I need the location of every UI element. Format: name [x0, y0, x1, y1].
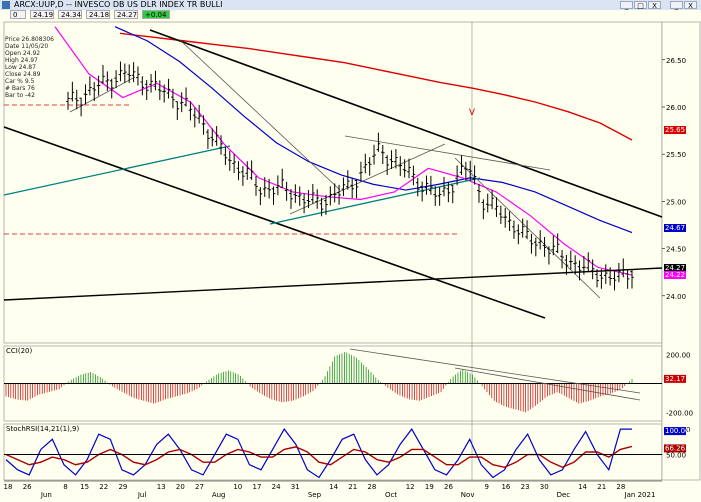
info-bars: # Bars 76	[5, 85, 35, 92]
x-tick-label: 31	[291, 483, 300, 491]
stochrsi-last-label: 100.00	[665, 427, 690, 435]
stochrsi-title: StochRSI(14,21(1),9)	[6, 425, 79, 433]
x-tick-label: 29	[118, 483, 127, 491]
x-tick-label: 22	[99, 483, 108, 491]
cci-y-tick: 200.00	[666, 352, 691, 360]
info-open: Open 24.92	[5, 50, 41, 57]
info-change: Car % 9.5	[5, 78, 35, 85]
info-high: High 24.97	[5, 57, 38, 64]
last-value-label: 25.65	[665, 126, 685, 134]
x-tick-label: 10	[233, 483, 242, 491]
x-tick-label: 19	[425, 483, 434, 491]
x-tick-label: 13	[157, 483, 166, 491]
chart-canvas[interactable]: 26.50 26.00 25.50 25.00 24.50 24.00 V 25.65 24.6…	[0, 0, 701, 502]
x-tick-label: 28	[367, 483, 376, 491]
y-tick-label: 25.00	[666, 198, 686, 206]
info-price: Price 26.808306	[5, 36, 54, 43]
x-tick-label: 14	[578, 483, 587, 491]
v-marker: V	[469, 108, 476, 118]
x-tick-label: 16	[501, 483, 510, 491]
stochrsi-last-label: 66.26	[665, 444, 686, 452]
x-tick-label: 26	[444, 483, 453, 491]
x-tick-label: 28	[616, 483, 625, 491]
y-tick-label: 25.50	[666, 151, 686, 159]
x-tick-label: 15	[80, 483, 89, 491]
x-tick-label: 14	[329, 483, 338, 491]
stochrsi-y-tick: 50.00	[666, 452, 686, 460]
info-panel: Price 26.808306 Date 11/05/20 Open 24.92…	[5, 36, 54, 99]
x-tick-label: 30	[540, 483, 549, 491]
info-bar-to: Bar to -42	[5, 92, 35, 99]
y-tick-label: 26.50	[666, 57, 686, 65]
x-tick-label: 8	[63, 483, 67, 491]
x-tick-label: 20	[176, 483, 185, 491]
x-tick-label: Dec	[557, 491, 571, 499]
x-tick-label: Nov	[461, 491, 475, 499]
cci-last-label: 32.17	[665, 375, 685, 383]
chart-window: ARCX:UUP,D -- INVESCO DB US DLR INDEX TR…	[0, 0, 701, 502]
last-value-label: 24.67	[665, 224, 685, 232]
x-tick-label: Jun	[40, 491, 52, 499]
x-tick-label: 12	[406, 483, 415, 491]
x-tick-label: Aug	[212, 491, 226, 499]
y-tick-label: 24.00	[666, 293, 686, 301]
panel-frame-2	[3, 423, 663, 481]
info-close: Close 24.89	[5, 71, 41, 78]
cci-y-tick: -200.00	[666, 409, 693, 417]
x-tick-label: 9	[485, 483, 489, 491]
cci-title: CCI(20)	[6, 347, 32, 355]
info-date: Date 11/05/20	[5, 43, 49, 50]
x-tick-label: 27	[195, 483, 204, 491]
x-tick-label: 21	[597, 483, 606, 491]
x-tick-label: Sep	[308, 491, 322, 499]
x-tick-label: Oct	[385, 491, 397, 499]
y-tick-label: 24.50	[666, 246, 686, 254]
info-low: Low 24.87	[5, 64, 36, 71]
x-tick-label: 18	[4, 483, 13, 491]
x-tick-label: 23	[521, 483, 530, 491]
x-tick-label: Jul	[137, 491, 147, 499]
x-tick-label: 24	[272, 483, 281, 491]
x-tick-label: 26	[23, 483, 32, 491]
y-tick-label: 26.00	[666, 104, 686, 112]
x-tick-label: Jan 2021	[624, 491, 656, 499]
x-tick-label: 21	[348, 483, 357, 491]
last-value-label: 24.22	[665, 271, 685, 279]
x-tick-label: 17	[253, 483, 262, 491]
